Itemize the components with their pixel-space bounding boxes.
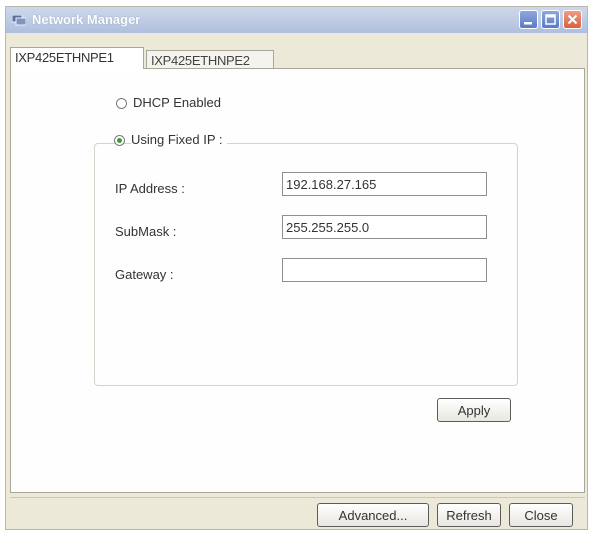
dhcp-label: DHCP Enabled: [133, 95, 221, 110]
maximize-button[interactable]: [541, 10, 560, 29]
gateway-input[interactable]: [282, 258, 487, 282]
network-manager-window: Network Manager IXP425ETHNPE1 IXP425ETHN…: [5, 6, 588, 530]
submask-input[interactable]: [282, 215, 487, 239]
close-icon: [567, 14, 578, 25]
radio-selected-indicator: [117, 138, 122, 143]
advanced-button[interactable]: Advanced...: [317, 503, 429, 527]
fixed-ip-radio[interactable]: [114, 135, 125, 146]
window-title: Network Manager: [32, 12, 141, 27]
title-bar[interactable]: Network Manager: [6, 7, 587, 33]
dhcp-radio[interactable]: [116, 98, 127, 109]
close-window-button[interactable]: [563, 10, 582, 29]
tab-ixp425ethnpe2[interactable]: IXP425ETHNPE2: [146, 50, 274, 70]
fixed-ip-label: Using Fixed IP :: [131, 132, 227, 147]
refresh-button[interactable]: Refresh: [437, 503, 501, 527]
apply-button[interactable]: Apply: [437, 398, 511, 422]
minimize-button[interactable]: [519, 10, 538, 29]
maximize-icon: [545, 14, 556, 25]
ip-address-input[interactable]: [282, 172, 487, 196]
close-button[interactable]: Close: [509, 503, 573, 527]
submask-label: SubMask :: [115, 224, 177, 239]
gateway-label: Gateway :: [115, 267, 174, 282]
tab-ixp425ethnpe1[interactable]: IXP425ETHNPE1: [10, 47, 144, 69]
minimize-icon: [524, 22, 532, 25]
network-icon: [11, 14, 27, 26]
ip-address-label: IP Address :: [115, 181, 185, 196]
